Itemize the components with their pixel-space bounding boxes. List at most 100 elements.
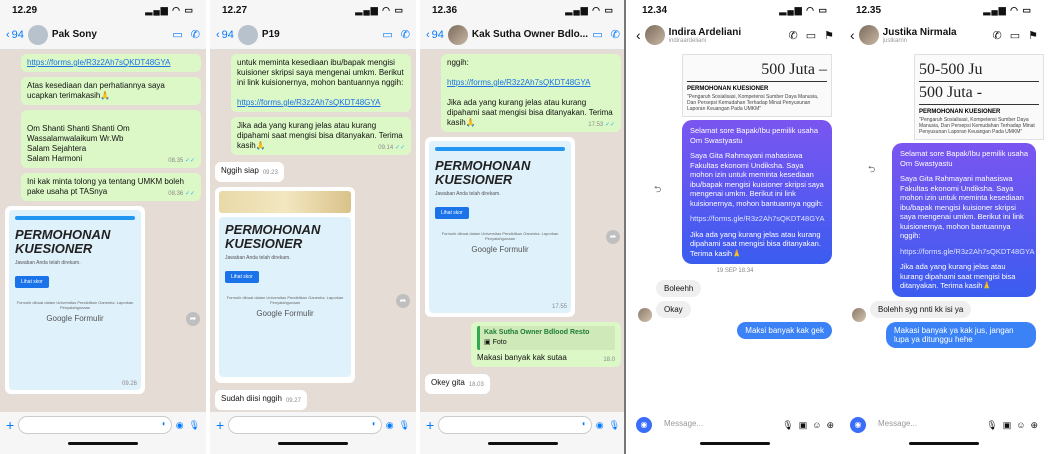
camera-icon[interactable]: ◉: [386, 420, 394, 431]
contact-name[interactable]: Justika Nirmala justkarnn: [883, 27, 989, 44]
message-input[interactable]: Message...: [870, 416, 982, 434]
flag-icon[interactable]: ⚑: [1028, 29, 1038, 42]
chat-body[interactable]: 500 Juta – PERMOHONAN KUESIONER "Pengaru…: [630, 50, 840, 412]
message-bubble[interactable]: Okay: [656, 301, 691, 318]
contact-name[interactable]: Pak Sony: [52, 29, 168, 40]
message-bubble[interactable]: Ini kak minta tolong ya tentang UMKM bol…: [21, 173, 201, 201]
image-message-card[interactable]: PERMOHONAN KUESIONER Jawaban Anda telah …: [215, 187, 355, 383]
contact-name[interactable]: Kak Sutha Owner Bdlo...: [472, 29, 588, 40]
shared-document-image[interactable]: 500 Juta – PERMOHONAN KUESIONER "Pengaru…: [682, 54, 832, 117]
message-bubble[interactable]: Okey gita 18.03: [425, 374, 490, 394]
forward-icon[interactable]: ➦: [186, 312, 200, 326]
back-icon[interactable]: ‹: [850, 27, 855, 43]
image-message-card[interactable]: PERMOHONAN KUESIONER Jawaban Anda telah …: [425, 137, 575, 317]
home-indicator[interactable]: [909, 442, 979, 445]
avatar[interactable]: [638, 308, 652, 322]
video-call-icon[interactable]: ▭: [382, 28, 392, 41]
message-input[interactable]: ◐: [18, 416, 172, 434]
sticker-icon[interactable]: ◐: [582, 419, 587, 428]
phone-call-icon[interactable]: ✆: [611, 28, 620, 41]
phone-call-icon[interactable]: ✆: [789, 29, 798, 42]
contact-name[interactable]: P19: [262, 29, 378, 40]
message-bubble[interactable]: Kak Sutha Owner Bdlood Resto ▣ Foto Maka…: [471, 322, 621, 367]
attach-plus-icon[interactable]: +: [426, 417, 434, 433]
message-bubble[interactable]: Boleehh: [656, 280, 702, 297]
message-bubble[interactable]: Makasi banyak ya kak jus, jangan lupa ya…: [886, 321, 1036, 348]
message-bubble[interactable]: Maksi banyak kak gek: [737, 322, 832, 339]
shared-document-image[interactable]: 50-500 Ju 500 Juta - PERMOHONAN KUESIONE…: [914, 54, 1044, 140]
sticker-icon[interactable]: ☺: [1016, 420, 1025, 431]
avatar[interactable]: [644, 25, 665, 45]
home-indicator[interactable]: [278, 442, 348, 445]
home-indicator[interactable]: [700, 442, 770, 445]
microphone-icon[interactable]: 🎙: [609, 420, 620, 431]
form-link[interactable]: https://forms.gle/R3z2Ah7sQKDT48GYA: [690, 214, 825, 224]
forward-icon[interactable]: ➦: [396, 294, 410, 308]
avatar[interactable]: [27, 24, 48, 45]
reply-icon[interactable]: ⮌: [654, 182, 661, 198]
add-icon[interactable]: ⊕: [1030, 420, 1038, 431]
message-bubble[interactable]: Om Shanti Shanti Shanti Om Wassalamwalai…: [21, 110, 201, 168]
camera-icon[interactable]: ◉: [596, 420, 604, 431]
message-bubble[interactable]: Selamat sore Bapak/Ibu pemilik usaha Om …: [892, 143, 1036, 297]
message-bubble[interactable]: Jika ada yang kurang jelas atau kurang d…: [231, 117, 411, 155]
form-link[interactable]: https://forms.gle/R3z2Ah7sQKDT48GYA: [27, 58, 170, 67]
message-bubble[interactable]: untuk meminta kesediaan ibu/bapak mengis…: [231, 54, 411, 112]
microphone-icon[interactable]: 🎙: [986, 420, 997, 431]
video-call-icon[interactable]: ▭: [592, 28, 602, 41]
reply-icon[interactable]: ⮌: [868, 162, 875, 178]
gallery-icon[interactable]: ▣: [1003, 420, 1012, 431]
form-link[interactable]: https://forms.gle/R3z2Ah7sQKDT48GYA: [900, 247, 1035, 257]
sticker-icon[interactable]: ☺: [812, 420, 821, 431]
message-bubble[interactable]: Nggih siap 09.23: [215, 162, 284, 182]
message-bubble[interactable]: Bolehh syg nnti kk isi ya: [870, 300, 972, 318]
message-input[interactable]: Message...: [656, 416, 778, 434]
message-input[interactable]: ◐: [438, 416, 592, 434]
sticker-icon[interactable]: ◐: [162, 419, 167, 428]
form-link[interactable]: https://forms.gle/R3z2Ah7sQKDT48GYA: [447, 78, 590, 87]
back-button[interactable]: ‹ 94: [216, 29, 234, 41]
chat-body[interactable]: https://forms.gle/R3z2Ah7sQKDT48GYA Atas…: [0, 50, 206, 412]
phone-call-icon[interactable]: ✆: [401, 28, 410, 41]
video-call-icon[interactable]: ▭: [1010, 29, 1020, 42]
camera-icon[interactable]: ◉: [636, 417, 652, 433]
video-call-icon[interactable]: ▭: [172, 28, 182, 41]
attach-plus-icon[interactable]: +: [216, 417, 224, 433]
back-icon[interactable]: ‹: [636, 27, 641, 43]
camera-icon[interactable]: ◉: [850, 417, 866, 433]
image-message-card[interactable]: PERMOHONAN KUESIONER Jawaban Anda telah …: [5, 206, 145, 394]
chat-body[interactable]: untuk meminta kesediaan ibu/bapak mengis…: [210, 50, 416, 412]
message-bubble[interactable]: Selamat sore Bapak/Ibu pemilik usaha Om …: [682, 120, 832, 264]
phone-call-icon[interactable]: ✆: [993, 29, 1002, 42]
avatar[interactable]: [858, 25, 879, 45]
forward-icon[interactable]: ➦: [606, 230, 620, 244]
message-bubble[interactable]: Sudah diisi nggih 09.27: [215, 390, 307, 410]
gallery-icon[interactable]: ▣: [799, 420, 808, 431]
attach-plus-icon[interactable]: +: [6, 417, 14, 433]
avatar[interactable]: [447, 24, 468, 45]
home-indicator[interactable]: [488, 442, 558, 445]
message-bubble[interactable]: nggih: https://forms.gle/R3z2Ah7sQKDT48G…: [441, 54, 621, 132]
message-input[interactable]: ◐: [228, 416, 382, 434]
home-indicator[interactable]: [68, 442, 138, 445]
avatar[interactable]: [237, 24, 258, 45]
chat-body[interactable]: 50-500 Ju 500 Juta - PERMOHONAN KUESIONE…: [844, 50, 1044, 412]
avatar[interactable]: [852, 307, 866, 322]
reply-quote[interactable]: Kak Sutha Owner Bdlood Resto ▣ Foto: [477, 326, 615, 350]
message-bubble[interactable]: https://forms.gle/R3z2Ah7sQKDT48GYA: [21, 54, 201, 72]
contact-name[interactable]: Indira Ardeliani indiraardeliani: [669, 27, 785, 44]
back-button[interactable]: ‹ 94: [6, 29, 24, 41]
sticker-icon[interactable]: ◐: [372, 419, 377, 428]
flag-icon[interactable]: ⚑: [824, 29, 834, 42]
form-link[interactable]: https://forms.gle/R3z2Ah7sQKDT48GYA: [237, 98, 380, 107]
back-button[interactable]: ‹ 94: [426, 29, 444, 41]
video-call-icon[interactable]: ▭: [806, 29, 816, 42]
message-bubble[interactable]: Atas kesediaan dan perhatiannya saya uca…: [21, 77, 201, 105]
camera-icon[interactable]: ◉: [176, 420, 184, 431]
microphone-icon[interactable]: 🎙: [782, 420, 793, 431]
chat-body[interactable]: nggih: https://forms.gle/R3z2Ah7sQKDT48G…: [420, 50, 626, 412]
microphone-icon[interactable]: 🎙: [399, 420, 410, 431]
phone-call-icon[interactable]: ✆: [191, 28, 200, 41]
microphone-icon[interactable]: 🎙: [189, 420, 200, 431]
add-icon[interactable]: ⊕: [826, 420, 834, 431]
